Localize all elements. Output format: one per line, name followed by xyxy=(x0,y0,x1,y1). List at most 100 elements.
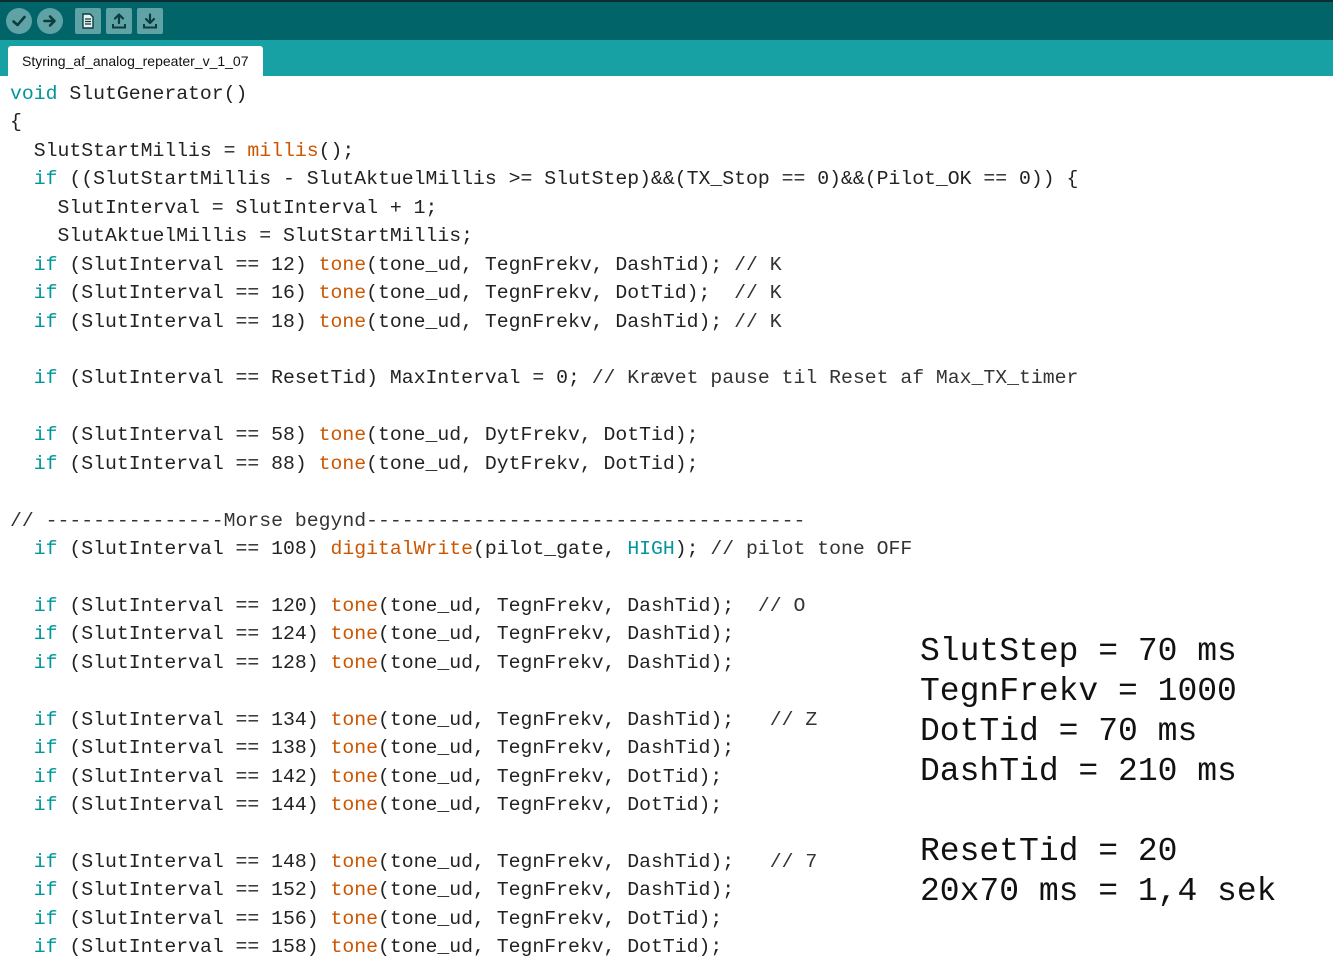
code-token: if xyxy=(33,594,58,617)
code-line: if (SlutInterval == 120) tone(tone_ud, T… xyxy=(10,592,1078,620)
code-token: // Z xyxy=(769,708,818,731)
code-token: tone xyxy=(318,282,367,305)
code-line: SlutStartMillis = millis(); xyxy=(10,137,1078,165)
code-token: (tone_ud, TegnFrekv, DashTid); xyxy=(378,708,770,731)
code-token: if xyxy=(33,850,58,873)
code-token: tone xyxy=(330,850,379,873)
arrow-right-icon xyxy=(43,15,56,27)
code-token: if xyxy=(33,765,58,788)
code-token: if xyxy=(33,253,58,276)
code-token: (SlutInterval == 144) xyxy=(57,793,331,816)
save-button[interactable] xyxy=(137,8,163,34)
code-token: (SlutInterval == 148) xyxy=(57,850,331,873)
code-token: if xyxy=(33,168,58,191)
code-token: if xyxy=(33,936,58,959)
code-line: if (SlutInterval == 158) tone(tone_ud, T… xyxy=(10,933,1078,959)
save-icon xyxy=(143,13,157,29)
code-token: tone xyxy=(330,708,379,731)
code-line: { xyxy=(10,108,1078,136)
code-token: if xyxy=(33,310,58,333)
code-token: SlutGenerator() xyxy=(57,83,248,105)
code-token: void xyxy=(10,83,58,105)
code-token: ); xyxy=(674,538,711,560)
code-token: (tone_ud, TegnFrekv, DashTid); xyxy=(378,737,735,760)
code-token: tone xyxy=(330,907,379,930)
open-button[interactable] xyxy=(106,8,132,34)
code-token: if xyxy=(33,282,58,305)
tab-bar: Styring_af_analog_repeater_v_1_07 xyxy=(0,40,1333,76)
code-token: if xyxy=(33,452,58,475)
code-token: (SlutInterval == 16) xyxy=(57,282,319,305)
code-line: if (SlutInterval == ResetTid) MaxInterva… xyxy=(10,364,1079,392)
note-line: DashTid = 210 ms xyxy=(920,753,1237,790)
code-token: (); xyxy=(318,139,355,162)
code-token: // Krævet pause til Reset af Max_TX_time… xyxy=(591,367,1079,390)
code-token: if xyxy=(33,538,58,560)
code-token: (tone_ud, TegnFrekv, DashTid); xyxy=(378,594,758,617)
code-token: (SlutInterval == 152) xyxy=(57,879,331,902)
code-token: (tone_ud, TegnFrekv, DotTid); xyxy=(378,793,723,816)
code-token: (tone_ud, DytFrekv, DotTid); xyxy=(366,424,699,447)
code-token: tone xyxy=(330,651,379,674)
code-token: (tone_ud, TegnFrekv, DashTid); xyxy=(378,879,735,902)
check-icon xyxy=(12,15,26,27)
code-token: if xyxy=(33,907,58,930)
code-line: if (SlutInterval == 18) tone(tone_ud, Te… xyxy=(10,308,1078,336)
code-token: ((SlutStartMillis - SlutAktuelMillis >= … xyxy=(57,168,1079,191)
code-line: void SlutGenerator() xyxy=(10,80,1078,108)
code-token: (tone_ud, TegnFrekv, DashTid); xyxy=(366,253,735,276)
code-token: (SlutInterval == 156) xyxy=(57,907,331,930)
tab-sketch[interactable]: Styring_af_analog_repeater_v_1_07 xyxy=(8,46,263,76)
code-token: if xyxy=(33,708,58,731)
code-token: tone xyxy=(330,623,379,646)
code-token: (SlutInterval == 120) xyxy=(57,594,331,617)
arduino-ide-window: Styring_af_analog_repeater_v_1_07 void S… xyxy=(0,0,1333,959)
upload-button[interactable] xyxy=(37,8,63,34)
code-line: if (SlutInterval == 12) tone(tone_ud, Te… xyxy=(10,251,1078,279)
code-token: if xyxy=(33,879,58,902)
new-file-icon xyxy=(82,13,94,29)
code-token: millis xyxy=(247,139,319,162)
new-button[interactable] xyxy=(75,8,101,34)
code-token: tone xyxy=(318,424,367,447)
code-token: tone xyxy=(330,594,379,617)
code-token: // O xyxy=(757,594,806,617)
code-token: (SlutInterval == 128) xyxy=(57,651,331,674)
code-token: (tone_ud, TegnFrekv, DashTid); xyxy=(378,623,735,646)
code-line: if (SlutInterval == 88) tone(tone_ud, Dy… xyxy=(10,450,1078,478)
verify-button[interactable] xyxy=(6,8,32,34)
code-token: tone xyxy=(330,793,379,816)
code-token: (SlutInterval == 124) xyxy=(57,623,331,646)
code-line: if (SlutInterval == 58) tone(tone_ud, Dy… xyxy=(10,421,1078,449)
code-token: (SlutInterval == 12) xyxy=(57,253,319,276)
code-token: tone xyxy=(330,936,379,959)
code-token: if xyxy=(33,793,58,816)
code-line: SlutInterval = SlutInterval + 1; xyxy=(10,194,1078,222)
code-token: (SlutInterval == ResetTid) MaxInterval =… xyxy=(57,367,592,390)
code-token: tone xyxy=(318,310,367,333)
note-line: DotTid = 70 ms xyxy=(920,713,1198,750)
code-token: SlutAktuelMillis = SlutStartMillis; xyxy=(10,225,473,248)
note-line: ResetTid = 20 xyxy=(920,833,1178,870)
code-token: // ---------------Morse begynd----------… xyxy=(10,509,806,532)
code-token: (tone_ud, DytFrekv, DotTid); xyxy=(366,452,699,475)
code-line: // ---------------Morse begynd----------… xyxy=(10,507,1078,535)
code-token: (tone_ud, TegnFrekv, DashTid); xyxy=(366,310,735,333)
code-token: (SlutInterval == 108) xyxy=(57,538,331,560)
code-editor[interactable]: void SlutGenerator() { SlutStartMillis = … xyxy=(0,76,1333,959)
